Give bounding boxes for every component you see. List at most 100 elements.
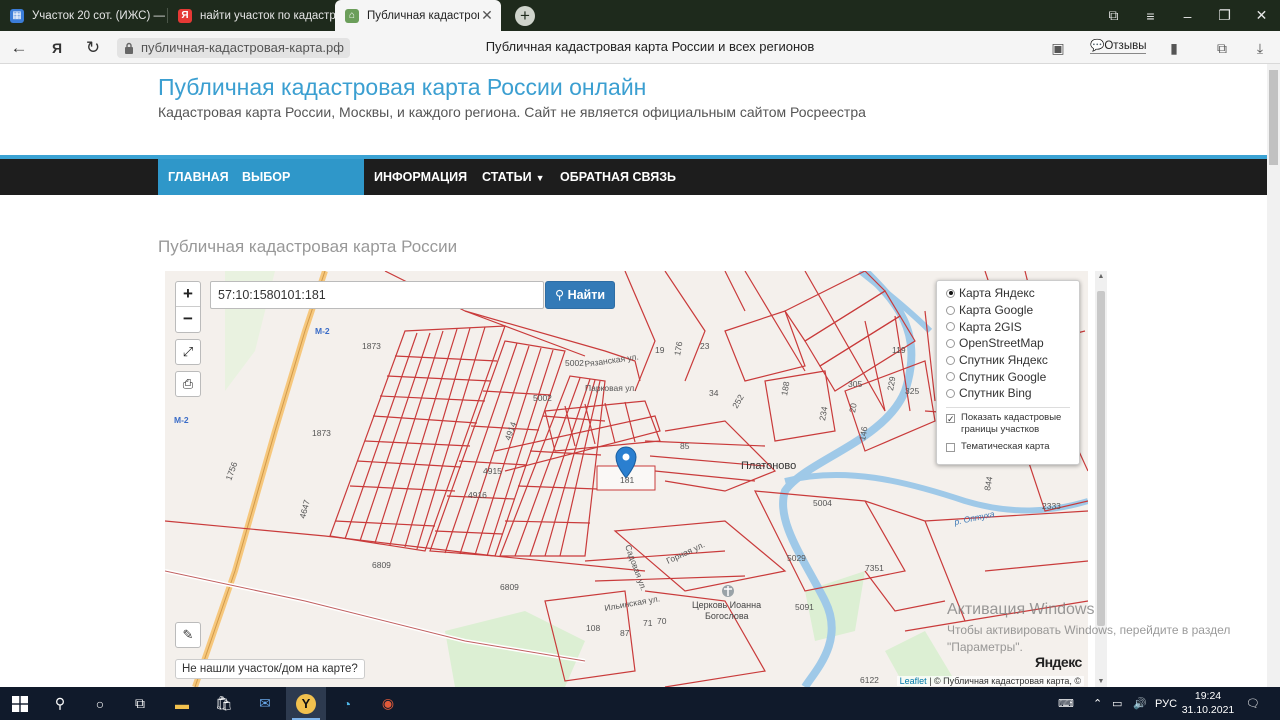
clock-date: 31.10.2021 (1181, 704, 1235, 716)
chevron-up-icon[interactable]: ⌃ (1093, 687, 1102, 720)
fullscreen-icon[interactable]: ⤢ (175, 339, 201, 365)
menu-item-info[interactable]: ИНФОРМАЦИЯ (364, 159, 477, 195)
parcel-label: 34 (709, 388, 719, 398)
find-button[interactable]: ⚲ Найти (545, 281, 615, 309)
menu-item-region[interactable]: ВЫБОР РЕГИОНА ▼ (232, 159, 364, 220)
parcel-label: 305 (848, 379, 862, 389)
edge-icon[interactable]: ◔ (327, 687, 367, 720)
language-indicator[interactable]: РУС (1155, 687, 1177, 720)
search-icon[interactable]: ⚲ (40, 687, 80, 720)
scrollbar-thumb[interactable] (1269, 70, 1278, 165)
menu-icon[interactable]: ≡ (1132, 8, 1169, 24)
scroll-up-icon[interactable]: ▲ (1095, 273, 1107, 280)
layer-option[interactable]: Карта 2GIS (946, 318, 1079, 335)
menu-item-articles[interactable]: СТАТЬИ ▼ (472, 159, 555, 195)
print-icon[interactable]: ⎙ (175, 371, 201, 397)
radio[interactable] (946, 305, 955, 315)
search-icon: ⚲ (554, 288, 568, 302)
parcel-label: 71 (643, 618, 653, 628)
attribution-text: | © Публичная кадастровая карта, © (926, 676, 1081, 686)
map-attribution: Leaflet | © Публичная кадастровая карта,… (896, 676, 1084, 686)
street-label: Ильинская ул. (604, 593, 661, 613)
clock-time: 19:24 (1194, 690, 1222, 702)
colorful-grid-icon: ▦ (10, 8, 24, 23)
layer-option[interactable]: Карта Google (946, 302, 1079, 319)
menu-item-feedback[interactable]: ОБРАТНАЯ СВЯЗЬ (550, 159, 686, 195)
parcel-label: 5091 (795, 602, 814, 612)
not-found-link[interactable]: Не нашли участок/дом на карте? (175, 659, 365, 679)
close-window-icon[interactable]: ✕ (1243, 7, 1280, 24)
site-subtitle: Кадастровая карта России, Москвы, и кажд… (158, 104, 866, 120)
browser-tab-active[interactable]: ⌂ Публичная кадастрова ✕ (335, 0, 501, 31)
pencil-icon[interactable]: ✎ (175, 622, 201, 648)
store-icon[interactable]: 🛍 (204, 687, 244, 720)
radio[interactable] (946, 338, 955, 348)
radio[interactable] (946, 388, 955, 398)
task-view-icon[interactable]: ⧉ (120, 687, 160, 720)
layer-option[interactable]: OpenStreetMap (946, 335, 1079, 352)
radio[interactable] (946, 372, 955, 382)
radio-selected[interactable] (946, 288, 955, 298)
parcel-label: 20 (847, 402, 859, 413)
activation-text: "Параметры". (947, 640, 1023, 654)
system-clock[interactable]: 19:24 31.10.2021 (1178, 689, 1238, 717)
zoom-out-button[interactable]: − (176, 307, 200, 332)
yandex-logo: Яндекс (1035, 654, 1082, 670)
checkbox[interactable] (946, 442, 955, 452)
page-scrollbar[interactable] (1267, 64, 1280, 687)
checkbox-checked[interactable]: ✓ (946, 413, 955, 423)
parcel-label: 181 (620, 475, 634, 485)
restore-icon[interactable]: ❐ (1206, 7, 1243, 24)
thematic-option[interactable]: Тематическая карта (946, 441, 1079, 453)
keyboard-icon[interactable]: ⌨ (1058, 687, 1074, 720)
layer-option[interactable]: Спутник Bing (946, 385, 1079, 402)
shield-icon[interactable]: ▣ (1050, 40, 1066, 56)
windows-taskbar: ⚲ ○ ⧉ ▬ 🛍 ✉ Y ◔ ◉ ⌨ ⌃ ▭ 🔊 РУС 19:24 31.1… (0, 687, 1280, 720)
minimize-icon[interactable]: – (1169, 8, 1206, 24)
new-tab-button[interactable]: + (515, 6, 535, 26)
chat-icon[interactable]: ⧉ (1214, 40, 1230, 56)
street-label: Парковая ул. (585, 383, 637, 393)
download-icon[interactable]: ⤓ (1252, 40, 1268, 56)
mail-icon[interactable]: ✉ (245, 687, 285, 720)
cadastral-search-input[interactable]: 57:10:1580101:181 (210, 281, 544, 309)
close-tab-icon[interactable]: ✕ (479, 7, 495, 24)
scrollbar-thumb[interactable] (1097, 291, 1105, 626)
radio[interactable] (946, 322, 955, 332)
layer-option[interactable]: Спутник Google (946, 368, 1079, 385)
cortana-icon[interactable]: ○ (80, 687, 120, 720)
parcel-label: 1873 (312, 428, 331, 438)
app-icon[interactable]: ◉ (368, 687, 408, 720)
page-title-caption: Публичная кадастровая карта России и все… (485, 39, 815, 54)
battery-icon[interactable]: ▭ (1112, 687, 1122, 720)
address-bar: ← Я ↻ публичная-кадастровая-карта.рф Пуб… (0, 31, 1280, 64)
parcel-label: 325 (905, 386, 919, 396)
parcel-label: 252 (730, 392, 746, 410)
browser-tab[interactable]: Я найти участок по кадастр (168, 0, 335, 31)
find-button-label: Найти (567, 288, 606, 302)
file-explorer-icon[interactable]: ▬ (162, 687, 202, 720)
parcel-label: 4914 (502, 420, 518, 441)
yandex-browser-icon[interactable]: Y (286, 687, 326, 720)
browser-tab[interactable]: ▦ Участок 20 сот. (ИЖС) — | (0, 0, 167, 31)
notification-icon[interactable]: 🗨 (1246, 687, 1260, 720)
reviews-label: Отзывы (1104, 40, 1147, 52)
street-label: Садовая ул. (623, 543, 649, 592)
show-borders-option[interactable]: ✓ Показать кадастровые границы участков (946, 412, 1079, 436)
collections-icon[interactable]: ⧉ (1095, 7, 1132, 24)
windows-start-icon[interactable] (0, 687, 40, 720)
menu-item-home[interactable]: ГЛАВНАЯ (158, 159, 232, 195)
street-label: Рязанская ул. (584, 351, 639, 368)
leaflet-link[interactable]: Leaflet (900, 676, 927, 686)
zoom-in-button[interactable]: + (176, 282, 200, 307)
layer-option[interactable]: Карта Яндекс (946, 285, 1079, 302)
reviews-button[interactable]: 💬Отзывы (1090, 38, 1147, 54)
parcel-label: 229 (885, 375, 897, 391)
volume-icon[interactable]: 🔊 (1133, 687, 1147, 720)
scroll-down-icon[interactable]: ▼ (1095, 678, 1107, 685)
radio[interactable] (946, 355, 955, 365)
bookmark-icon[interactable]: ▮ (1166, 40, 1182, 56)
parcel-label: 5002 (533, 393, 552, 403)
site-title[interactable]: Публичная кадастровая карта России онлай… (158, 74, 646, 101)
layer-option[interactable]: Спутник Яндекс (946, 352, 1079, 369)
